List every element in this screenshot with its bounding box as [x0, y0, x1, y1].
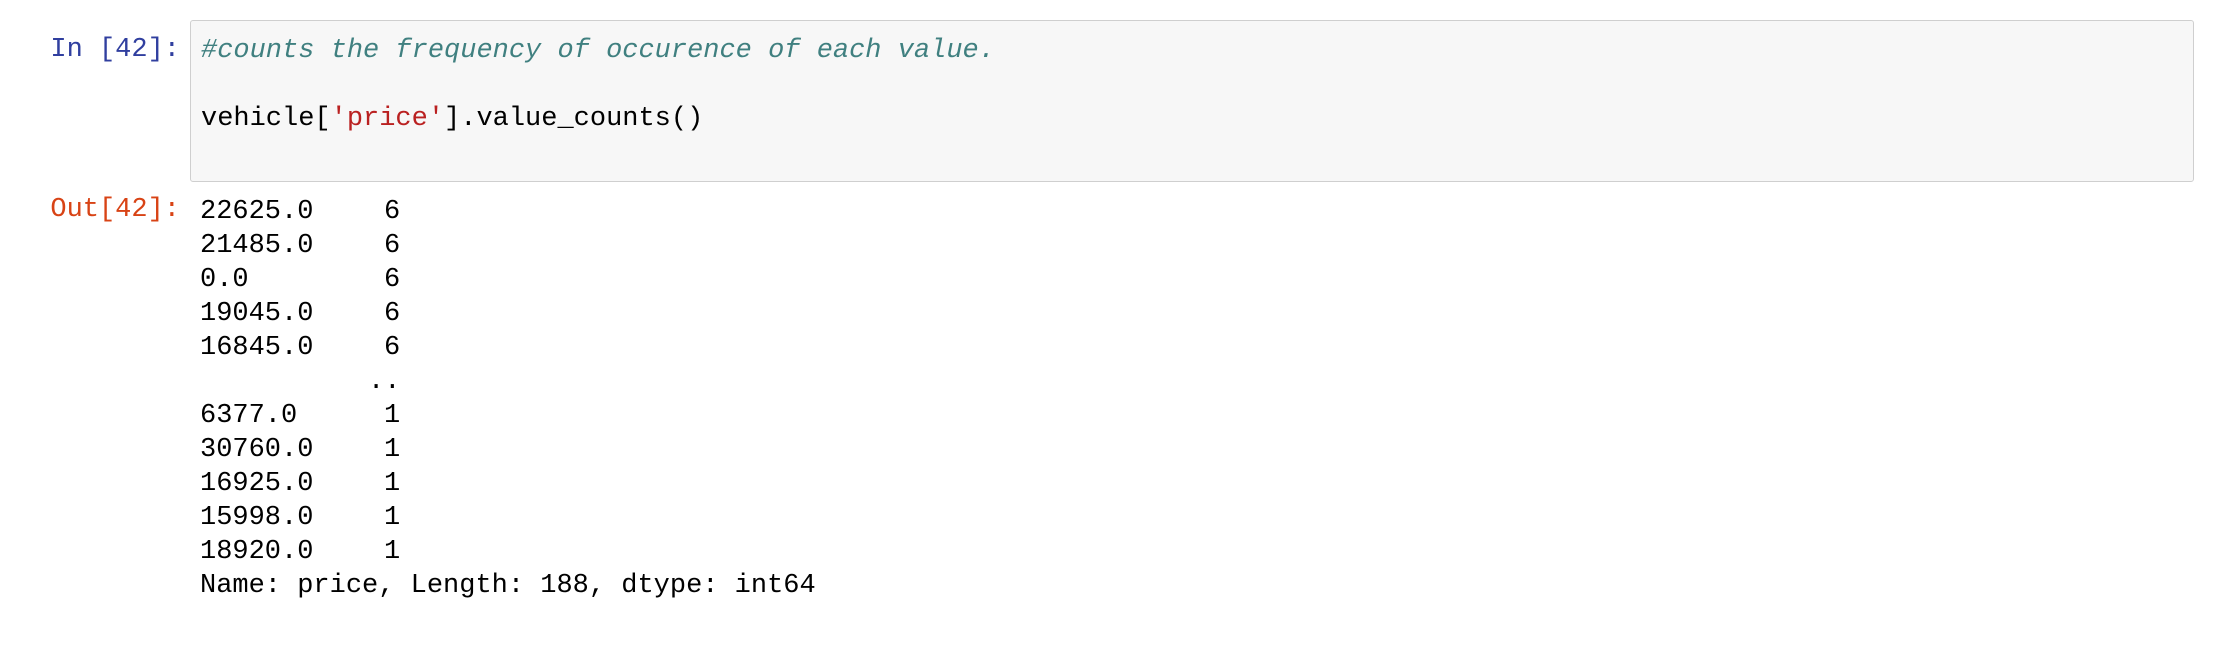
- code-suffix: ].value_counts(): [444, 104, 704, 134]
- output-row: 0.0 6: [200, 263, 1700, 297]
- output-count: 1: [384, 537, 401, 567]
- output-row: 19045.0 6: [200, 297, 1700, 331]
- output-row: 6377.0 1: [200, 399, 1700, 433]
- output-index: 0.0: [200, 265, 249, 295]
- output-count: 6: [384, 333, 401, 363]
- output-index: 6377.0: [200, 401, 298, 431]
- output-count: 6: [384, 265, 401, 295]
- code-string-literal: 'price': [330, 104, 445, 134]
- output-index: 30760.0: [200, 435, 314, 465]
- output-row: 22625.0 6: [200, 195, 1700, 229]
- code-comment: #counts the frequency of occurence of ea…: [201, 36, 995, 66]
- output-index: 19045.0: [200, 299, 314, 329]
- output-row: 21485.0 6: [200, 229, 1700, 263]
- output-row: 30760.0 1: [200, 433, 1700, 467]
- output-count: 6: [384, 197, 401, 227]
- output-count: 1: [384, 401, 401, 431]
- output-row: 16845.0 6: [200, 331, 1700, 365]
- output-index: 16925.0: [200, 469, 314, 499]
- output-count: 1: [384, 469, 401, 499]
- output-ellipsis-row: ..: [200, 365, 1700, 399]
- input-prompt: In [42]:: [50, 35, 180, 65]
- output-index: 21485.0: [200, 231, 314, 261]
- output-index: 22625.0: [200, 197, 314, 227]
- output-index: 18920.0: [200, 537, 314, 567]
- output-row: 15998.0 1: [200, 501, 1700, 535]
- output-count: 1: [384, 435, 401, 465]
- output-series-footer: Name: price, Length: 188, dtype: int64: [200, 571, 816, 601]
- output-area: 22625.0 6 21485.0 6 0.0 6 19045.0 6 1684…: [200, 195, 1700, 603]
- output-prompt: Out[42]:: [50, 195, 180, 225]
- output-count: 6: [384, 231, 401, 261]
- code-input-area[interactable]: #counts the frequency of occurence of ea…: [190, 20, 2194, 182]
- code-prefix: vehicle[: [201, 104, 331, 134]
- code-statement: vehicle['price'].value_counts(): [201, 102, 703, 136]
- output-ellipsis: ..: [368, 367, 401, 397]
- output-row: 18920.0 1: [200, 535, 1700, 569]
- output-row: 16925.0 1: [200, 467, 1700, 501]
- output-count: 1: [384, 503, 401, 533]
- output-count: 6: [384, 299, 401, 329]
- output-index: 15998.0: [200, 503, 314, 533]
- output-index: 16845.0: [200, 333, 314, 363]
